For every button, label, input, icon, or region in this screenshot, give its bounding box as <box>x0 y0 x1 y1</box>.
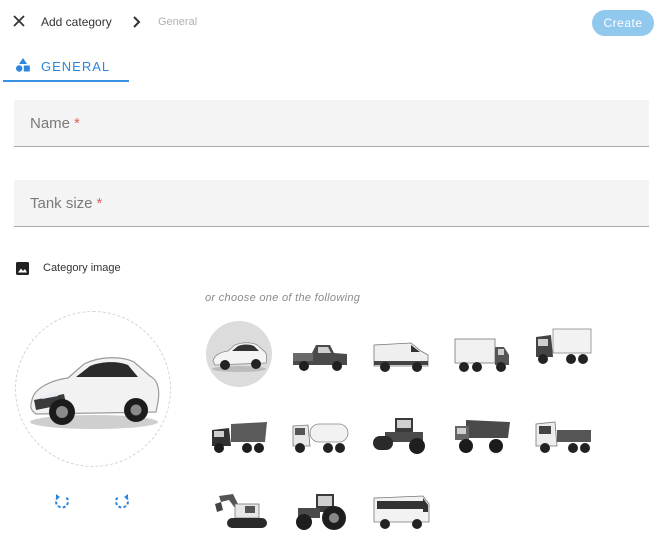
choose-hint: or choose one of the following <box>205 292 361 304</box>
create-button[interactable]: Create <box>592 10 654 36</box>
vehicle-tanker-truck[interactable] <box>287 402 353 468</box>
vehicle-road-roller[interactable] <box>368 402 434 468</box>
required-mark: * <box>74 115 80 132</box>
header-bar: Add category General Create <box>0 0 661 44</box>
vehicle-dump-truck[interactable] <box>206 402 272 468</box>
vehicle-pickup-truck[interactable] <box>287 321 353 387</box>
close-icon[interactable] <box>11 13 27 29</box>
car-image <box>30 357 160 429</box>
vehicle-flatbed-truck[interactable] <box>530 402 596 468</box>
breadcrumb-general[interactable]: General <box>158 16 197 28</box>
name-field-label: Name * <box>30 115 80 132</box>
shapes-icon <box>15 57 31 73</box>
vehicle-semi-truck-trailer[interactable] <box>530 313 596 379</box>
vehicle-tractor[interactable] <box>287 478 353 544</box>
rotate-left-icon[interactable] <box>53 492 71 510</box>
tab-general[interactable]: GENERAL <box>3 50 129 82</box>
vehicle-bus[interactable] <box>368 478 434 544</box>
tank-size-field-label: Tank size * <box>30 195 103 212</box>
chevron-right-icon <box>131 15 143 29</box>
tab-general-label: GENERAL <box>41 59 111 74</box>
category-image-preview[interactable] <box>15 311 171 467</box>
vehicle-excavator[interactable] <box>206 478 272 544</box>
name-field[interactable]: Name * <box>14 100 649 147</box>
vehicle-van[interactable] <box>368 321 434 387</box>
breadcrumb-add-category: Add category <box>41 15 112 29</box>
category-image-label: Category image <box>43 262 121 274</box>
image-icon <box>16 262 29 275</box>
rotate-right-icon[interactable] <box>113 492 131 510</box>
vehicle-mining-dump-truck[interactable] <box>449 402 515 468</box>
tank-size-field[interactable]: Tank size * <box>14 180 649 227</box>
required-mark: * <box>96 195 103 212</box>
vehicle-car[interactable] <box>206 321 272 387</box>
vehicle-box-truck[interactable] <box>449 321 515 387</box>
